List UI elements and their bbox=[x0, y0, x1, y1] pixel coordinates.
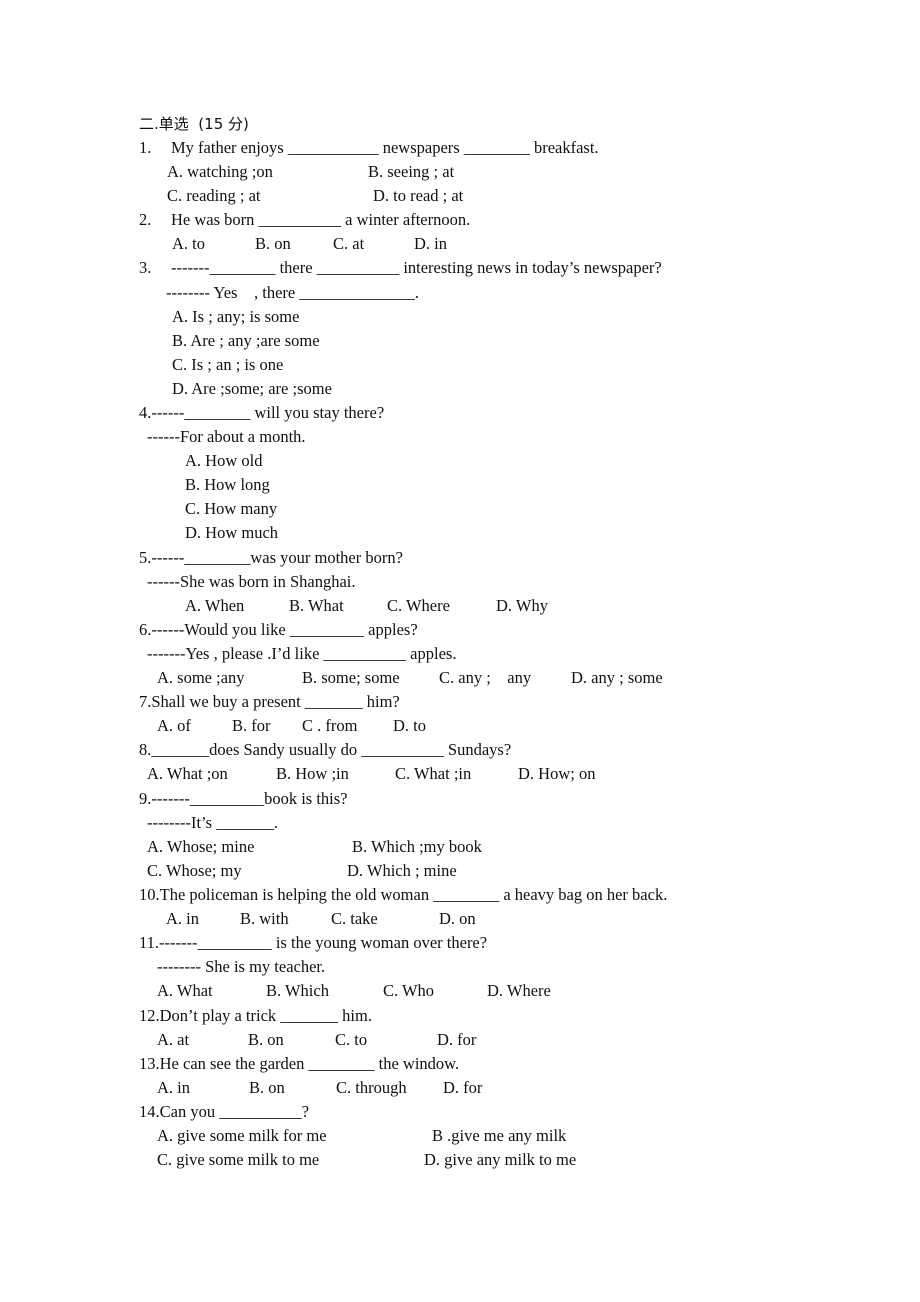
option-a: A. to bbox=[172, 234, 205, 253]
option-b: B .give me any milk bbox=[432, 1126, 567, 1145]
option-d: D. How much bbox=[185, 523, 279, 542]
option-c: C. Is ; an ; is one bbox=[172, 355, 284, 374]
question-stem: 8._______does Sandy usually do _________… bbox=[139, 740, 512, 759]
option-b: B. How ;in bbox=[276, 764, 349, 783]
question-number: 2. bbox=[139, 210, 152, 229]
option-d: D. on bbox=[439, 909, 476, 928]
option-b: B. Are ; any ;are some bbox=[172, 331, 320, 350]
option-d: D. in bbox=[414, 234, 447, 253]
question-response: -------- Yes , there ______________. bbox=[166, 283, 419, 302]
question-stem: -------________ there __________ interes… bbox=[171, 258, 662, 277]
option-b: B. on bbox=[249, 1078, 285, 1097]
option-b: B. Which bbox=[266, 981, 329, 1000]
option-a: A. What bbox=[157, 981, 213, 1000]
option-c: C . from bbox=[302, 716, 358, 735]
question-stem: 6.------Would you like _________ apples? bbox=[139, 620, 418, 639]
option-a: A. some ;any bbox=[157, 668, 245, 687]
option-b: B. with bbox=[240, 909, 289, 928]
option-b: B. seeing ; at bbox=[368, 162, 455, 181]
option-b: B. for bbox=[232, 716, 271, 735]
option-d: D. give any milk to me bbox=[424, 1150, 577, 1169]
question-response: ------For about a month. bbox=[147, 427, 306, 446]
option-c: C. Whose; my bbox=[147, 861, 242, 880]
option-d: D. any ; some bbox=[571, 668, 663, 687]
question-stem: 10.The policeman is helping the old woma… bbox=[139, 885, 668, 904]
option-c: C. Where bbox=[387, 596, 450, 615]
option-d: D. Are ;some; are ;some bbox=[172, 379, 332, 398]
option-d: D. Why bbox=[496, 596, 548, 615]
question-stem: He was born __________ a winter afternoo… bbox=[171, 210, 471, 229]
option-d: D. Which ; mine bbox=[347, 861, 457, 880]
question-stem: 14.Can you __________? bbox=[139, 1102, 310, 1121]
question-number: 1. bbox=[139, 138, 152, 157]
option-c: C. reading ; at bbox=[167, 186, 261, 205]
option-d: D. for bbox=[437, 1030, 477, 1049]
option-c: C. give some milk to me bbox=[157, 1150, 320, 1169]
option-d: D. to bbox=[393, 716, 426, 735]
option-c: C. How many bbox=[185, 499, 278, 518]
question-response: -------Yes , please .I’d like __________… bbox=[147, 644, 457, 663]
option-a: A. When bbox=[185, 596, 245, 615]
question-response: ------She was born in Shanghai. bbox=[147, 572, 356, 591]
option-d: D. Where bbox=[487, 981, 551, 1000]
option-a: A. of bbox=[157, 716, 191, 735]
option-c: C. Who bbox=[383, 981, 435, 1000]
option-c: C. any ; any bbox=[439, 668, 532, 687]
option-b: B. How long bbox=[185, 475, 270, 494]
option-b: B. on bbox=[248, 1030, 284, 1049]
option-b: B. on bbox=[255, 234, 291, 253]
option-a: A. at bbox=[157, 1030, 190, 1049]
option-c: C. take bbox=[331, 909, 378, 928]
option-a: A. Whose; mine bbox=[147, 837, 255, 856]
option-a: A. How old bbox=[185, 451, 263, 470]
question-number: 3. bbox=[139, 258, 152, 277]
question-stem: 5.------________was your mother born? bbox=[139, 548, 403, 567]
question-stem: 12.Don’t play a trick _______ him. bbox=[139, 1006, 372, 1025]
option-b: B. Which ;my book bbox=[352, 837, 482, 856]
option-c: C. at bbox=[333, 234, 365, 253]
option-c: C. through bbox=[336, 1078, 407, 1097]
section-title: 二.单选 (15 分) bbox=[139, 115, 249, 133]
question-stem: 4.------________ will you stay there? bbox=[139, 403, 385, 422]
question-stem: 7.Shall we buy a present _______ him? bbox=[139, 692, 400, 711]
option-a: A. What ;on bbox=[147, 764, 228, 783]
option-d: D. for bbox=[443, 1078, 483, 1097]
option-d: D. How; on bbox=[518, 764, 596, 783]
question-stem: 9.-------_________book is this? bbox=[139, 789, 348, 808]
option-a: A. watching ;on bbox=[167, 162, 273, 181]
option-a: A. in bbox=[166, 909, 199, 928]
question-stem: My father enjoys ___________ newspapers … bbox=[171, 138, 599, 157]
option-d: D. to read ; at bbox=[373, 186, 464, 205]
option-c: C. to bbox=[335, 1030, 368, 1049]
option-a: A. Is ; any; is some bbox=[172, 307, 300, 326]
option-b: B. What bbox=[289, 596, 344, 615]
option-a: A. give some milk for me bbox=[157, 1126, 327, 1145]
option-a: A. in bbox=[157, 1078, 190, 1097]
question-stem: 11.-------_________ is the young woman o… bbox=[139, 933, 488, 952]
question-stem: 13.He can see the garden ________ the wi… bbox=[139, 1054, 460, 1073]
question-response: -------- She is my teacher. bbox=[157, 957, 326, 976]
question-response: --------It’s _______. bbox=[147, 813, 279, 832]
option-b: B. some; some bbox=[302, 668, 400, 687]
option-c: C. What ;in bbox=[395, 764, 472, 783]
